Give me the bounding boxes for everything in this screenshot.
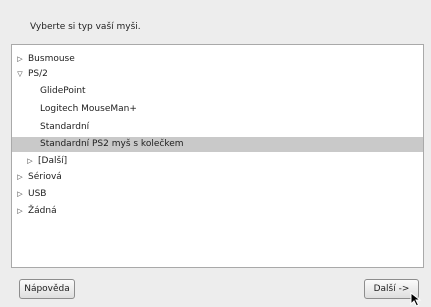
tree-item-ps2[interactable]: ▽ PS/2 xyxy=(12,67,423,82)
mouse-type-tree[interactable]: ▷ Busmouse ▽ PS/2 GlidePoint Logitech Mo… xyxy=(11,44,424,268)
tree-item-label: Busmouse xyxy=(28,54,75,64)
tree-item-standard-ps2-wheel[interactable]: Standardní PS2 myš s kolečkem xyxy=(12,137,423,152)
expand-arrow-icon[interactable]: ▷ xyxy=(16,187,24,202)
expand-arrow-icon[interactable]: ▷ xyxy=(16,204,24,219)
tree-item-usb[interactable]: ▷ USB xyxy=(12,187,423,202)
tree-item-standardni[interactable]: Standardní xyxy=(12,120,423,135)
tree-item-label: Žádná xyxy=(28,206,57,216)
collapse-arrow-icon[interactable]: ▽ xyxy=(16,67,24,82)
expand-arrow-icon[interactable]: ▷ xyxy=(16,170,24,185)
tree-item-zadna[interactable]: ▷ Žádná xyxy=(12,204,423,219)
tree-item-seriova[interactable]: ▷ Sériová xyxy=(12,170,423,185)
tree-item-label: [Další] xyxy=(38,156,68,166)
expand-arrow-icon[interactable]: ▷ xyxy=(16,52,24,67)
tree-item-label: PS/2 xyxy=(28,69,48,79)
help-button[interactable]: Nápověda xyxy=(19,279,75,299)
prompt-text: Vyberte si typ vaší myši. xyxy=(30,22,141,32)
tree-item-dalsi[interactable]: ▷ [Další] xyxy=(12,154,423,169)
tree-item-busmouse[interactable]: ▷ Busmouse xyxy=(12,52,423,67)
mouse-type-dialog: Vyberte si typ vaší myši. ▷ Busmouse ▽ P… xyxy=(0,0,431,307)
tree-item-label: Sériová xyxy=(28,172,62,182)
tree-item-label: GlidePoint xyxy=(40,86,86,96)
expand-arrow-icon[interactable]: ▷ xyxy=(26,154,34,169)
tree-item-logitech-mouseman[interactable]: Logitech MouseMan+ xyxy=(12,102,423,117)
tree-item-label: Logitech MouseMan+ xyxy=(40,104,137,114)
tree-item-label: USB xyxy=(28,189,47,199)
tree-item-glidepoint[interactable]: GlidePoint xyxy=(12,84,423,99)
mouse-pointer-icon xyxy=(410,292,422,307)
tree-item-label: Standardní xyxy=(40,122,90,132)
tree-item-label: Standardní PS2 myš s kolečkem xyxy=(40,139,184,149)
